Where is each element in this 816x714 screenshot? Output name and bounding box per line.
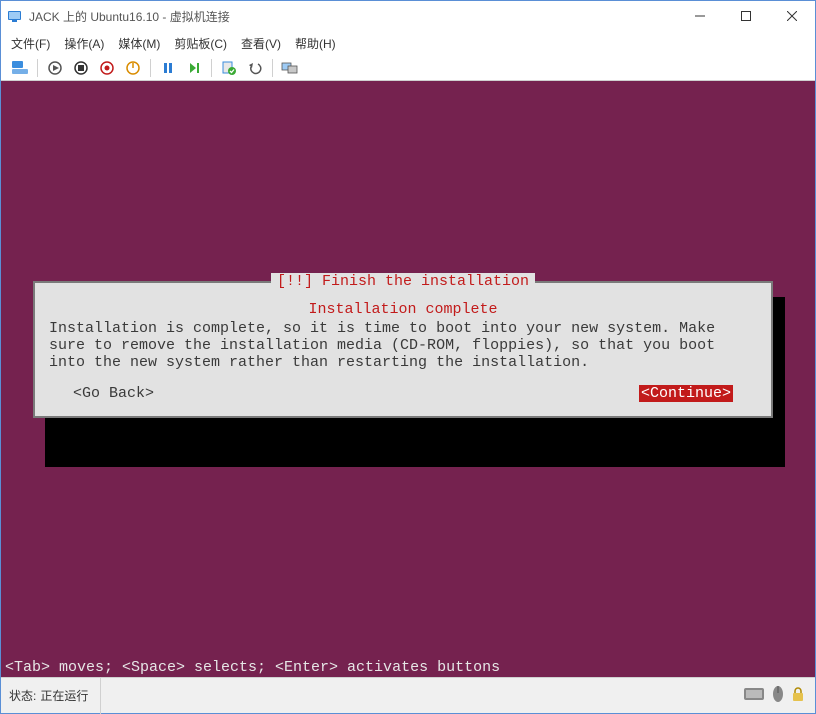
dialog-subtitle: Installation complete [49,301,757,318]
shutdown-button[interactable] [96,57,118,79]
installer-hints: <Tab> moves; <Space> selects; <Enter> ac… [1,658,815,677]
status-value: 正在运行 [40,687,88,704]
start-button[interactable] [44,57,66,79]
menubar: 文件(F) 操作(A) 媒体(M) 剪贴板(C) 查看(V) 帮助(H) [1,31,815,55]
maximize-button[interactable] [723,1,769,31]
status-label: 状态: [9,687,36,704]
installer-dialog: [!!] Finish the installation Installatio… [33,281,773,418]
menu-clipboard[interactable]: 剪贴板(C) [174,35,227,52]
toolbar-separator [150,59,151,77]
turnoff-button[interactable] [70,57,92,79]
statusbar: 状态: 正在运行 [1,677,815,713]
reset-button[interactable] [183,57,205,79]
mouse-icon [771,685,785,706]
menu-action[interactable]: 操作(A) [64,35,104,52]
menu-file[interactable]: 文件(F) [11,35,50,52]
toolbar-separator [211,59,212,77]
close-button[interactable] [769,1,815,31]
checkpoint-button[interactable] [218,57,240,79]
minimize-button[interactable] [677,1,723,31]
go-back-button[interactable]: <Go Back> [73,385,154,402]
save-button[interactable] [122,57,144,79]
dialog-title: [!!] Finish the installation [271,273,535,290]
continue-button[interactable]: <Continue> [639,385,733,402]
dialog-message: Installation is complete, so it is time … [49,320,757,371]
lock-icon [791,686,805,705]
menu-view[interactable]: 查看(V) [241,35,281,52]
menu-help[interactable]: 帮助(H) [295,35,336,52]
hyperv-window: JACK 上的 Ubuntu16.10 - 虚拟机连接 文件(F) 操作(A) … [0,0,816,714]
keyboard-icon [743,686,765,705]
ctrl-alt-del-button[interactable] [9,57,31,79]
toolbar-separator [37,59,38,77]
revert-button[interactable] [244,57,266,79]
window-controls [677,1,815,31]
toolbar-separator [272,59,273,77]
enhanced-session-button[interactable] [279,57,301,79]
status-separator [100,678,101,714]
pause-button[interactable] [157,57,179,79]
app-icon [7,8,23,24]
titlebar: JACK 上的 Ubuntu16.10 - 虚拟机连接 [1,1,815,31]
vm-display[interactable]: [!!] Finish the installation Installatio… [1,81,815,677]
toolbar [1,55,815,81]
menu-media[interactable]: 媒体(M) [118,35,160,52]
window-title: JACK 上的 Ubuntu16.10 - 虚拟机连接 [29,8,677,25]
